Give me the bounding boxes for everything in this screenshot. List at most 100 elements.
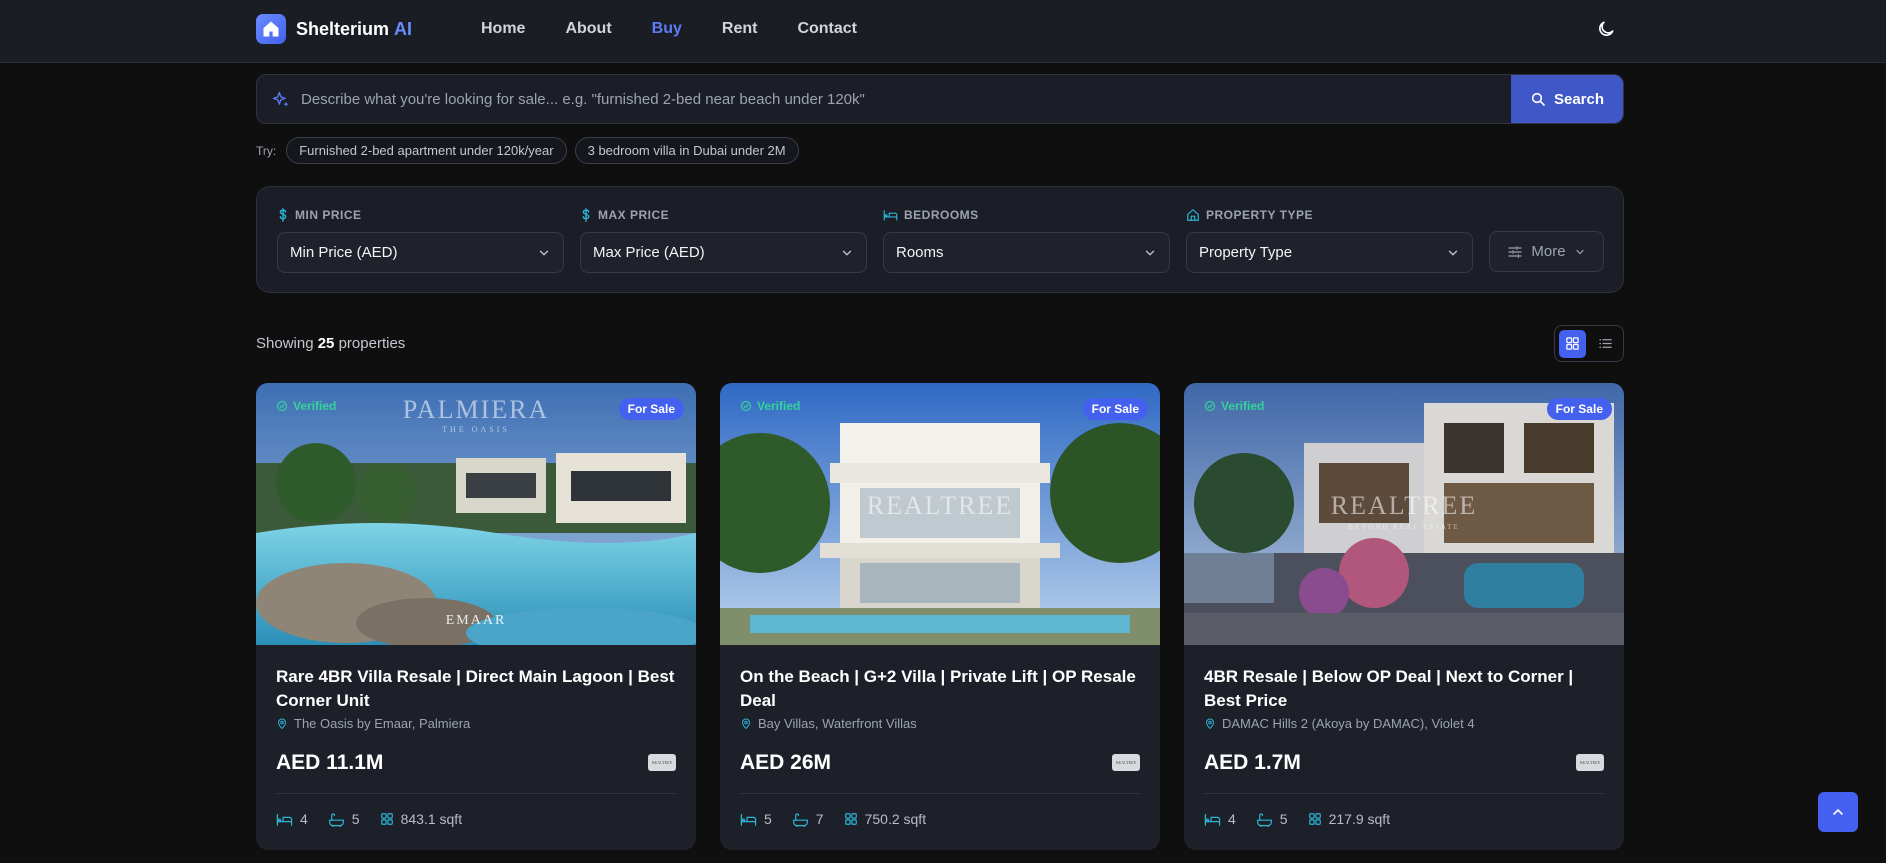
- search-button-label: Search: [1553, 90, 1605, 108]
- property-stats: 5 7 750.2 sqft: [740, 811, 926, 827]
- min-price-label: MIN PRICE: [295, 208, 362, 222]
- property-card[interactable]: PALMIERA THE OASIS EMAAR Verified For Sa…: [256, 383, 696, 850]
- property-type-select[interactable]: Property Type: [1186, 232, 1473, 273]
- brand-name: Shelterium: [296, 18, 390, 39]
- nav-link-rent[interactable]: Rent: [722, 20, 758, 38]
- bedrooms-value: Rooms: [896, 244, 944, 261]
- dark-mode-toggle[interactable]: [1594, 17, 1618, 41]
- chevron-down-icon: [539, 250, 549, 256]
- home-icon: [256, 14, 286, 44]
- verified-badge: Verified: [276, 399, 336, 413]
- search-input[interactable]: [301, 75, 1341, 123]
- location-pin-icon: [277, 718, 287, 730]
- max-price-label: MAX PRICE: [598, 208, 670, 222]
- max-price-select[interactable]: Max Price (AED): [580, 232, 867, 273]
- grid-icon: [1566, 337, 1579, 350]
- bath-icon: [1256, 812, 1272, 827]
- chevron-down-icon: [842, 250, 852, 256]
- baths-stat: 7: [792, 811, 824, 827]
- try-label: Try:: [256, 143, 277, 158]
- check-circle-icon: [276, 400, 288, 412]
- more-filters-label: More: [1531, 243, 1566, 260]
- bed-icon: [276, 813, 293, 826]
- filter-panel: MIN PRICE Min Price (AED) MAX PRICE Max …: [256, 186, 1624, 293]
- agency-logo: REALTREE: [1576, 754, 1604, 771]
- image-watermark-sub: BEYOND REAL ESTATE: [1348, 523, 1460, 531]
- image-watermark: REALTREE: [1330, 491, 1478, 520]
- suggestion-chip[interactable]: Furnished 2-bed apartment under 120k/yea…: [286, 137, 567, 164]
- bedrooms-label: BEDROOMS: [904, 208, 979, 222]
- suggestion-chip[interactable]: 3 bedroom villa in Dubai under 2M: [574, 137, 799, 164]
- search-icon: [1531, 92, 1545, 106]
- property-type-value: Property Type: [1199, 244, 1293, 261]
- list-icon: [1599, 338, 1612, 349]
- agency-logo: REALTREE: [648, 754, 676, 771]
- property-title[interactable]: Rare 4BR Villa Resale | Direct Main Lago…: [276, 665, 676, 713]
- baths-stat: 5: [1256, 811, 1288, 827]
- property-price: AED 11.1M: [276, 751, 384, 774]
- nav-links: Home About Buy Rent Contact: [481, 20, 897, 38]
- verified-badge: Verified: [740, 399, 800, 413]
- nav-link-buy[interactable]: Buy: [652, 20, 682, 38]
- scroll-to-top-button[interactable]: [1818, 792, 1858, 832]
- max-price-value: Max Price (AED): [593, 244, 705, 261]
- property-location: The Oasis by Emaar, Palmiera: [276, 716, 470, 731]
- area-stat: 217.9 sqft: [1308, 811, 1390, 827]
- beds-stat: 4: [1204, 811, 1236, 827]
- list-view-button[interactable]: [1592, 330, 1619, 358]
- property-title[interactable]: On the Beach | G+2 Villa | Private Lift …: [740, 665, 1140, 713]
- area-stat: 843.1 sqft: [380, 811, 462, 827]
- property-title[interactable]: 4BR Resale | Below OP Deal | Next to Cor…: [1204, 665, 1604, 713]
- property-type-filter: PROPERTY TYPE Property Type: [1186, 207, 1473, 273]
- property-location: DAMAC Hills 2 (Akoya by DAMAC), Violet 4: [1204, 716, 1475, 731]
- divider: [276, 793, 676, 794]
- nav-link-contact[interactable]: Contact: [797, 20, 857, 38]
- nav-link-about[interactable]: About: [565, 20, 611, 38]
- property-card[interactable]: REALTREE BEYOND REAL ESTATE Verified For…: [1184, 383, 1624, 850]
- property-type-label: PROPERTY TYPE: [1206, 208, 1313, 222]
- chevron-down-icon: [1448, 250, 1458, 256]
- bedrooms-select[interactable]: Rooms: [883, 232, 1170, 273]
- min-price-value: Min Price (AED): [290, 244, 398, 261]
- location-pin-icon: [741, 718, 751, 730]
- area-icon: [844, 813, 857, 825]
- bedrooms-filter: BEDROOMS Rooms: [883, 207, 1170, 273]
- verified-badge: Verified: [1204, 399, 1264, 413]
- area-icon: [1308, 813, 1321, 825]
- house-icon: [1187, 209, 1199, 221]
- min-price-filter: MIN PRICE Min Price (AED): [277, 207, 564, 273]
- baths-stat: 5: [328, 811, 360, 827]
- property-stats: 4 5 843.1 sqft: [276, 811, 462, 827]
- property-card[interactable]: REALTREE Verified For Sale On the Beach …: [720, 383, 1160, 850]
- sliders-icon: [1508, 245, 1523, 258]
- area-icon: [380, 813, 393, 825]
- dollar-icon: [279, 208, 287, 222]
- brand[interactable]: Shelterium AI: [256, 14, 412, 44]
- grid-view-button[interactable]: [1559, 329, 1586, 358]
- nav-link-home[interactable]: Home: [481, 20, 525, 38]
- min-price-select[interactable]: Min Price (AED): [277, 232, 564, 273]
- search-button[interactable]: Search: [1511, 75, 1623, 123]
- divider: [740, 793, 1140, 794]
- divider: [1204, 793, 1604, 794]
- chevron-down-icon: [1575, 249, 1584, 254]
- bath-icon: [792, 812, 808, 827]
- check-circle-icon: [740, 400, 752, 412]
- property-location: Bay Villas, Waterfront Villas: [740, 716, 917, 731]
- brand-ai: AI: [394, 18, 413, 39]
- chevron-down-icon: [1145, 250, 1155, 256]
- bath-icon: [328, 812, 344, 827]
- top-navbar: Shelterium AI Home About Buy Rent Contact: [0, 0, 1886, 63]
- image-watermark-bottom: EMAAR: [445, 613, 507, 628]
- property-price: AED 26M: [740, 751, 832, 774]
- dollar-icon: [582, 208, 590, 222]
- agency-logo: REALTREE: [1112, 754, 1140, 771]
- location-pin-icon: [1205, 718, 1215, 730]
- moon-icon: [1599, 21, 1614, 36]
- image-watermark: REALTREE: [866, 491, 1014, 520]
- more-filters-button[interactable]: More: [1489, 231, 1604, 272]
- property-price: AED 1.7M: [1204, 751, 1301, 774]
- bed-icon: [740, 813, 757, 826]
- image-watermark-sub: THE OASIS: [442, 425, 510, 434]
- area-stat: 750.2 sqft: [844, 811, 926, 827]
